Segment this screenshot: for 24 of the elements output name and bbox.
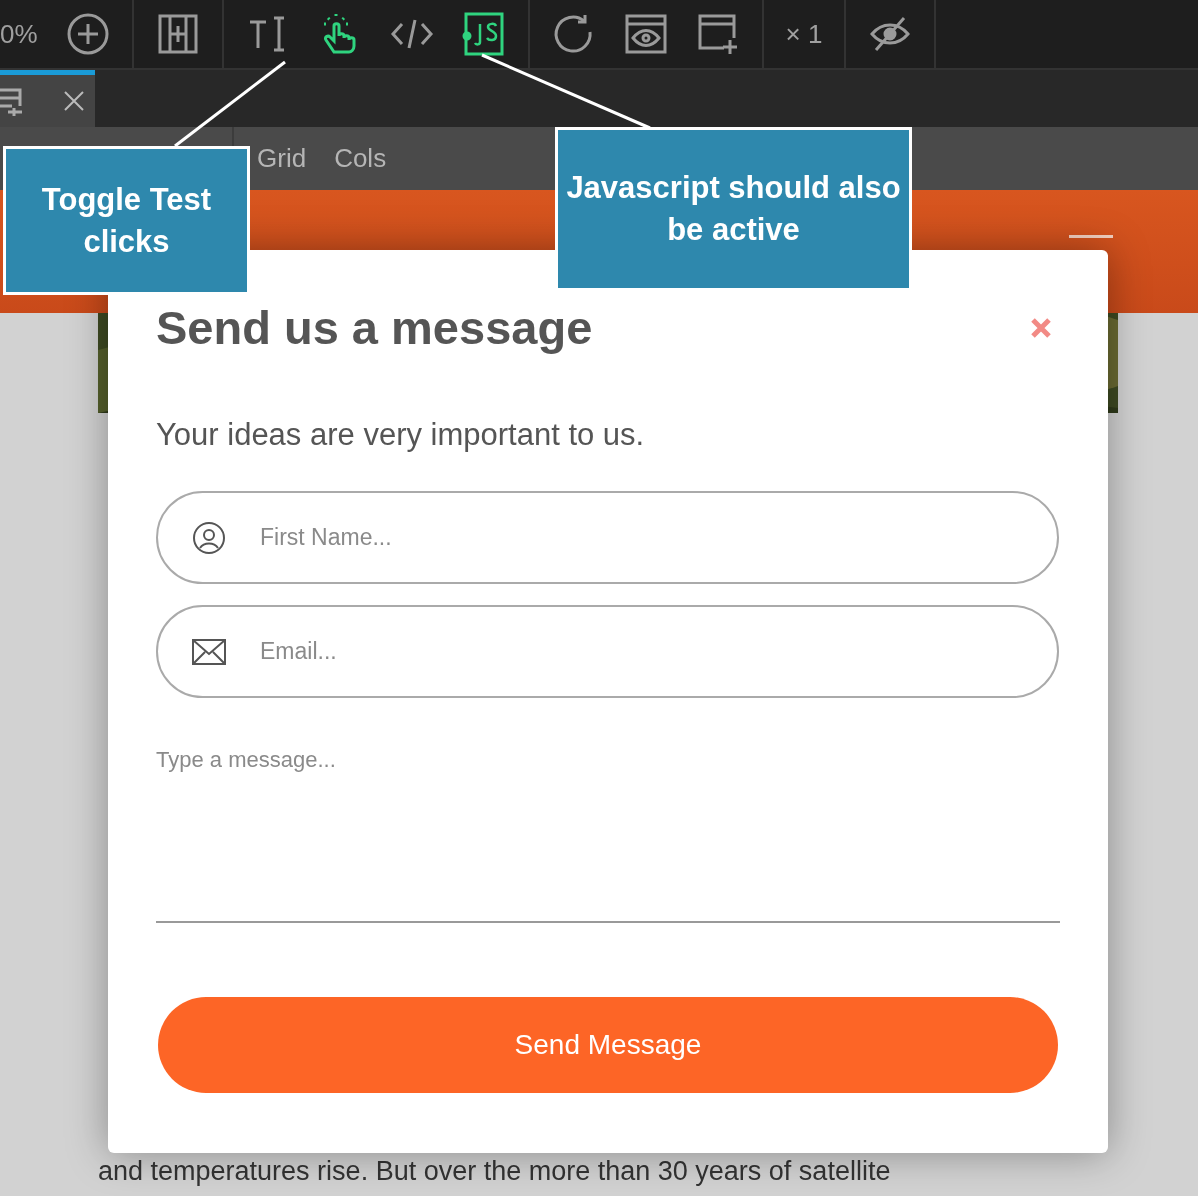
eye-window-icon <box>623 12 668 56</box>
multiplier-label: × 1 <box>785 18 823 50</box>
callout-box: Javascript should also be active <box>555 127 912 291</box>
zoom-in-button[interactable] <box>65 12 110 56</box>
email-field[interactable]: Email... <box>156 605 1059 698</box>
name-field[interactable]: First Name... <box>156 491 1059 584</box>
js-file-icon <box>461 12 506 56</box>
dialog-subtitle: Your ideas are very important to us. <box>156 417 646 453</box>
plus-circle-icon <box>65 12 110 56</box>
zoom-level: 0% <box>0 18 38 50</box>
dialog-title: Send us a message <box>156 300 593 355</box>
paragraph-text: and temperatures rise. But over the more than 30 years of satellite <box>98 1156 891 1186</box>
frame-icon <box>0 86 24 116</box>
editor-tab[interactable] <box>0 70 95 127</box>
close-icon <box>1030 317 1052 339</box>
close-icon[interactable] <box>63 90 85 112</box>
envelope-icon <box>192 638 226 665</box>
user-icon <box>192 520 226 555</box>
callout-box: Toggle Test clicks <box>3 146 250 295</box>
send-button[interactable]: Send Message <box>158 997 1058 1093</box>
menu-item[interactable]: Cols <box>334 143 387 174</box>
javascript-button[interactable] <box>461 12 506 56</box>
preview-button[interactable] <box>623 12 668 56</box>
menu-item[interactable]: Grid <box>257 143 307 174</box>
